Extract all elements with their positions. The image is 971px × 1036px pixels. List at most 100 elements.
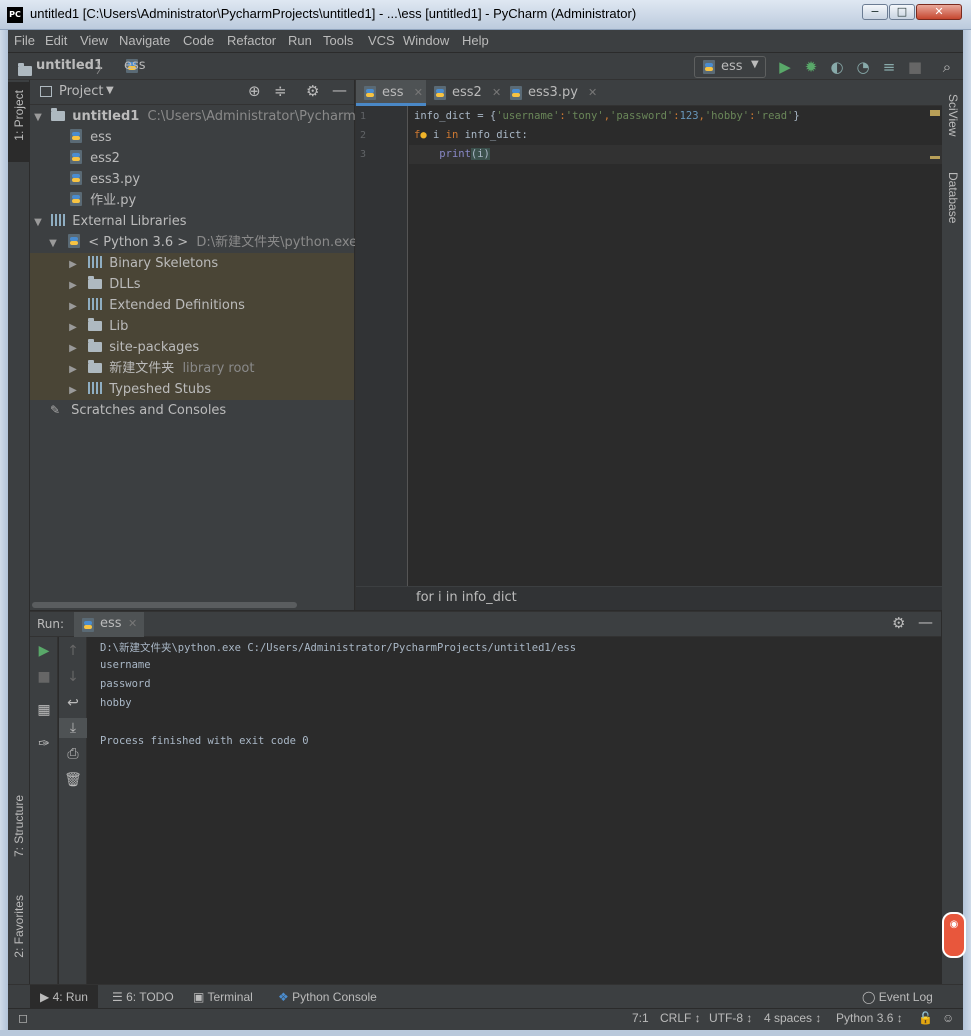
status-encoding[interactable]: UTF-8 ↕ (709, 1011, 752, 1025)
menu-run[interactable]: Run (288, 33, 312, 48)
tree-item-file[interactable]: ess2 (30, 148, 354, 169)
menu-code[interactable]: Code (183, 33, 214, 48)
tree-item-library[interactable]: ▶ Extended Definitions (30, 295, 354, 316)
editor-tab-ess2[interactable]: ess2 ✕ (426, 80, 502, 106)
status-caret-position[interactable]: 7:1 (632, 1011, 649, 1025)
warning-marker[interactable] (930, 110, 940, 116)
lock-icon[interactable]: 🔓 (918, 1011, 933, 1025)
menu-refactor[interactable]: Refactor (227, 33, 276, 48)
expand-arrow-icon[interactable]: ▶ (68, 380, 78, 401)
minimize-button[interactable]: − (862, 4, 888, 20)
close-tab-icon[interactable]: ✕ (128, 617, 137, 630)
locate-icon[interactable]: ⊕ (248, 82, 261, 100)
tool-tab-database[interactable]: Database (946, 172, 960, 223)
tree-item-library[interactable]: ▶ site-packages (30, 337, 354, 358)
stop-icon[interactable]: ■ (906, 58, 924, 76)
close-tab-icon[interactable]: ✕ (492, 86, 501, 99)
gear-icon[interactable]: ⚙ (892, 614, 905, 632)
tool-tab-terminal[interactable]: ▣ Terminal (193, 985, 253, 1009)
gear-icon[interactable]: ⚙ (306, 82, 319, 100)
close-tab-icon[interactable]: ✕ (414, 86, 423, 99)
menu-tools[interactable]: Tools (323, 33, 353, 48)
menu-navigate[interactable]: Navigate (119, 33, 170, 48)
tool-tab-project[interactable]: 1: Project (12, 90, 26, 141)
hide-panel-icon[interactable]: — (332, 81, 347, 99)
expand-arrow-icon[interactable]: ▼ (33, 107, 43, 128)
tree-item-external-libraries[interactable]: ▼ External Libraries (30, 211, 354, 232)
horizontal-scrollbar[interactable] (32, 602, 297, 608)
expand-arrow-icon[interactable]: ▶ (68, 359, 78, 380)
tree-item-library[interactable]: ▶ Binary Skeletons (30, 253, 354, 274)
menu-file[interactable]: File (14, 33, 35, 48)
trash-icon[interactable]: 🗑 (59, 770, 87, 790)
debug-icon[interactable]: ✹ (802, 58, 820, 76)
menu-help[interactable]: Help (462, 33, 489, 48)
close-tab-icon[interactable]: ✕ (588, 86, 597, 99)
tree-item-library[interactable]: ▶ Lib (30, 316, 354, 337)
search-icon[interactable]: ⌕ (938, 58, 956, 76)
maximize-button[interactable]: □ (889, 4, 915, 20)
expand-arrow-icon[interactable]: ▶ (68, 254, 78, 275)
menu-edit[interactable]: Edit (45, 33, 67, 48)
editor-tab-ess[interactable]: ess ✕ (356, 80, 426, 106)
nav-project-name[interactable]: untitled1 (36, 58, 103, 73)
concurrency-icon[interactable]: ≡ (880, 58, 898, 76)
expand-arrow-icon[interactable]: ▼ (33, 212, 43, 233)
expand-arrow-icon[interactable]: ▶ (68, 296, 78, 317)
menu-view[interactable]: View (80, 33, 108, 48)
tool-tab-run[interactable]: ▶ 4: Run (30, 985, 98, 1009)
menu-window[interactable]: Window (403, 33, 449, 48)
chevron-down-icon[interactable]: ▼ (106, 85, 114, 96)
tree-item-project-root[interactable]: ▼ untitled1 C:\Users\Administrator\Pycha… (30, 106, 395, 128)
tree-item-scratches[interactable]: ✎ Scratches and Consoles (30, 400, 354, 421)
expand-arrow-icon[interactable]: ▼ (48, 233, 58, 254)
tool-tab-python-console[interactable]: ❖ Python Console (278, 985, 377, 1009)
expand-arrow-icon[interactable]: ▶ (68, 338, 78, 359)
toggle-tool-windows-icon[interactable]: ◻ (18, 1011, 28, 1025)
tree-item-file[interactable]: ess3.py (30, 169, 354, 190)
hide-panel-icon[interactable]: — (918, 613, 933, 631)
tree-item-file[interactable]: ess (30, 127, 354, 148)
restore-layout-icon[interactable]: ▦ (30, 700, 58, 720)
status-indent[interactable]: 4 spaces ↕ (764, 1011, 821, 1025)
print-icon[interactable]: ⎙ (59, 744, 87, 764)
tool-tab-todo[interactable]: ☰ 6: TODO (112, 985, 174, 1009)
tree-item-library[interactable]: ▶ Typeshed Stubs (30, 379, 354, 400)
expand-arrow-icon[interactable]: ▶ (68, 275, 78, 296)
pin-icon[interactable]: ✑ (30, 734, 58, 754)
project-view-selector[interactable]: Project (59, 84, 103, 99)
warning-marker[interactable] (930, 156, 940, 159)
run-icon[interactable]: ▶ (776, 58, 794, 76)
tool-tab-event-log[interactable]: ◯ Event Log (862, 985, 933, 1009)
tool-tab-structure[interactable]: 7: Structure (12, 795, 26, 857)
tree-item-library[interactable]: ▶ 新建文件夹 library root (30, 358, 354, 379)
breadcrumb-item[interactable]: for i in info_dict (416, 590, 517, 605)
code-line-2[interactable]: f● i in info_dict: (414, 129, 528, 141)
coverage-icon[interactable]: ◐ (828, 58, 846, 76)
tree-item-file[interactable]: 作业.py (30, 190, 354, 211)
run-tab-ess[interactable]: ess ✕ (74, 612, 144, 637)
close-window-button[interactable]: ✕ (916, 4, 962, 20)
status-line-separator[interactable]: CRLF ↕ (660, 1011, 701, 1025)
editor-tab-ess3-py[interactable]: ess3.py ✕ (502, 80, 598, 106)
tree-item-python-sdk[interactable]: ▼ < Python 3.6 > D:\新建文件夹\python.exe (30, 232, 357, 254)
tree-item-library[interactable]: ▶ DLLs (30, 274, 354, 295)
profile-icon[interactable]: ◔ (854, 58, 872, 76)
scroll-to-end-icon[interactable]: ⤓ (59, 718, 87, 738)
menu-vcs[interactable]: VCS (368, 33, 395, 48)
tool-tab-favorites[interactable]: 2: Favorites (12, 895, 26, 958)
arrow-up-icon[interactable]: ↑ (59, 641, 87, 661)
code-line-1[interactable]: info_dict = {'username':'tony','password… (414, 110, 800, 122)
code-line-3[interactable]: print(i) (414, 148, 490, 160)
stop-icon[interactable]: ■ (30, 667, 58, 687)
soft-wrap-icon[interactable]: ↩ (59, 693, 87, 713)
rerun-icon[interactable]: ▶ (30, 641, 58, 661)
expand-arrow-icon[interactable]: ▶ (68, 317, 78, 338)
arrow-down-icon[interactable]: ↓ (59, 667, 87, 687)
collapse-all-icon[interactable]: ≑ (274, 82, 287, 100)
tool-tab-sciview[interactable]: SciView (946, 94, 960, 136)
inspector-icon[interactable]: ☺ (942, 1011, 954, 1025)
status-interpreter[interactable]: Python 3.6 ↕ (836, 1011, 903, 1025)
nav-file-name[interactable]: ess (124, 58, 146, 73)
run-configuration-dropdown[interactable]: ess ▼ (694, 56, 766, 78)
